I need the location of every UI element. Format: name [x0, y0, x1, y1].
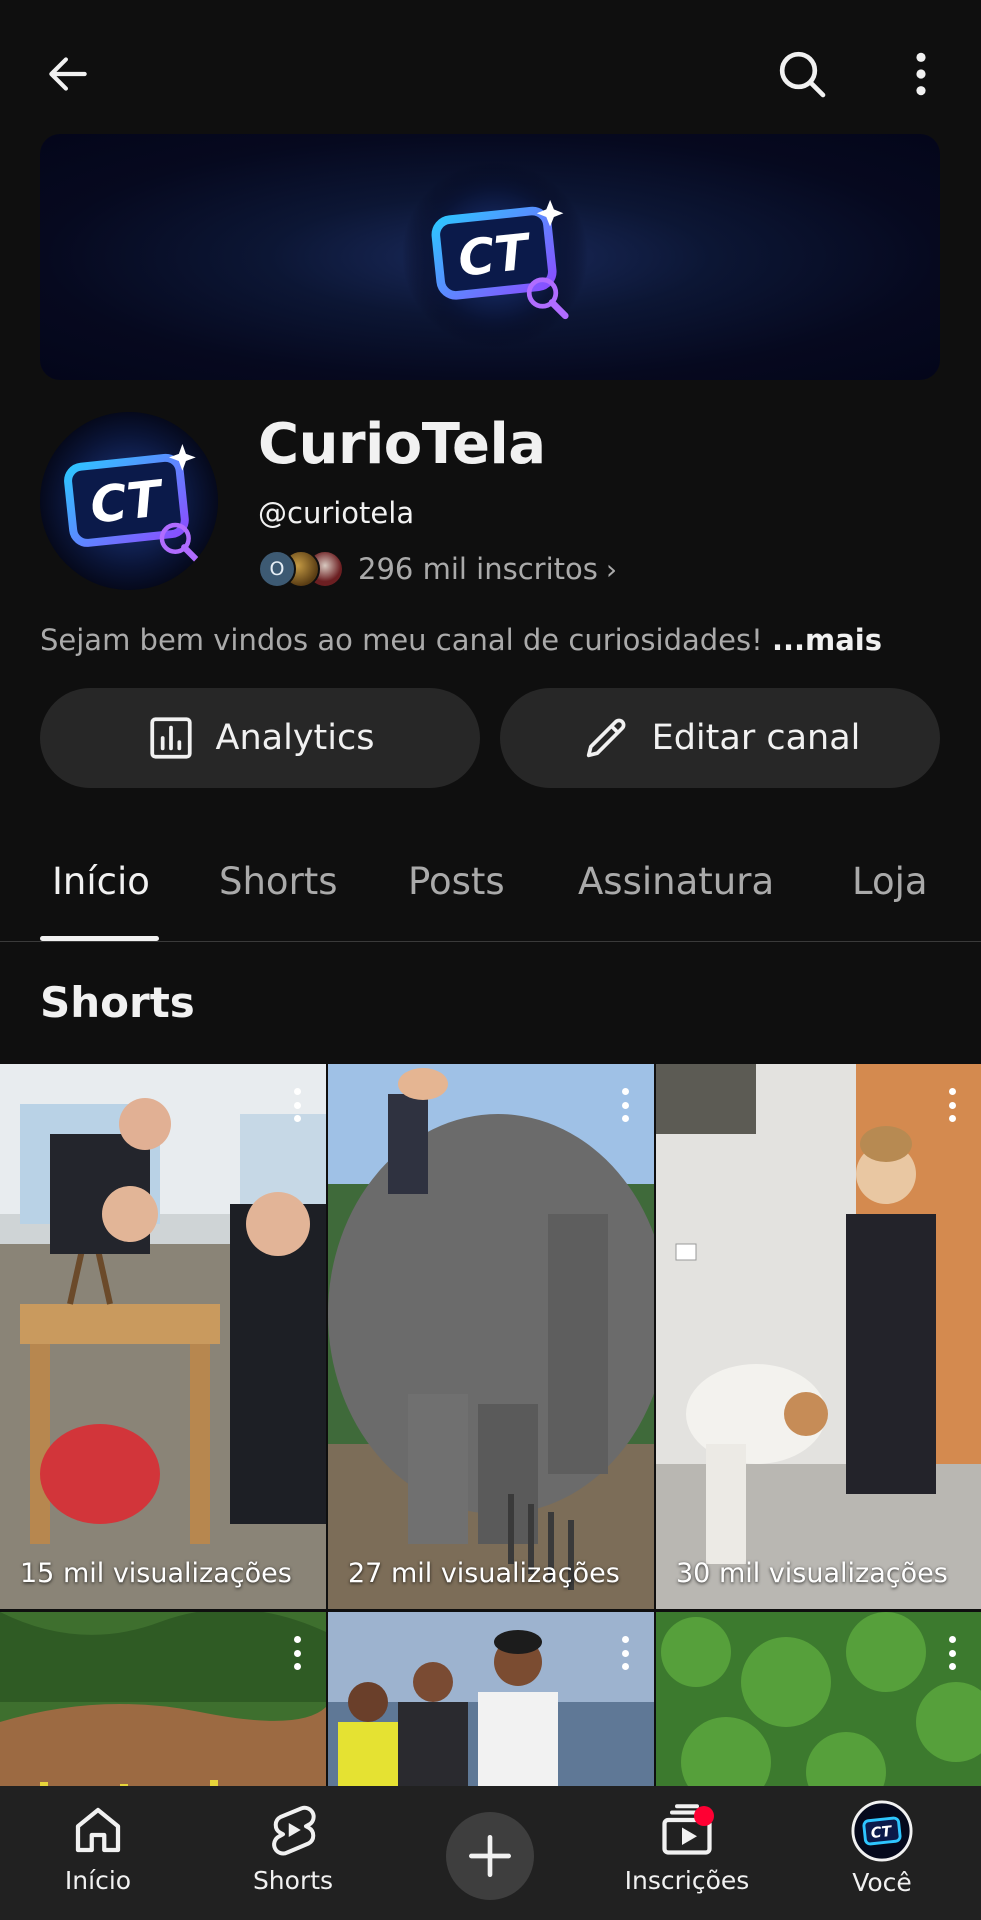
nav-shorts[interactable]: Shorts: [208, 1800, 378, 1910]
channel-avatar[interactable]: CT: [40, 412, 218, 590]
home-icon: [75, 1807, 121, 1853]
svg-text:CT: CT: [870, 1824, 893, 1842]
subscribers-row[interactable]: O 296 mil inscritos ›: [258, 548, 617, 590]
more-vert-icon[interactable]: [618, 1088, 632, 1122]
channel-handle: @curiotela: [258, 496, 415, 530]
top-app-bar: [0, 0, 981, 140]
active-tab-indicator: [40, 936, 159, 941]
notification-dot: [694, 1806, 714, 1826]
more-vert-icon[interactable]: [290, 1636, 304, 1670]
tab-assinatura[interactable]: Assinatura: [578, 860, 774, 903]
short-thumbnail[interactable]: 27 mil visualizações: [328, 1064, 654, 1609]
analytics-button[interactable]: Analytics: [40, 688, 480, 788]
short-thumbnail[interactable]: [656, 1612, 981, 1786]
bottom-navigation: Início Shorts Inscrições CT Você: [0, 1786, 981, 1920]
back-button[interactable]: [32, 38, 104, 110]
svg-text:CT: CT: [456, 222, 535, 287]
search-icon: [779, 51, 826, 98]
nav-voce[interactable]: CT Você: [797, 1800, 967, 1910]
tab-loja[interactable]: Loja: [852, 860, 928, 903]
tab-posts[interactable]: Posts: [408, 860, 505, 903]
nav-inicio[interactable]: Início: [13, 1800, 183, 1910]
tab-shorts[interactable]: Shorts: [219, 860, 338, 903]
channel-name: CurioTela: [258, 412, 546, 477]
short-thumbnail[interactable]: [328, 1612, 654, 1786]
short-image-classroom: [0, 1064, 326, 1609]
arrow-left-icon: [49, 57, 87, 91]
pencil-icon: [586, 718, 626, 758]
avatar-icon: CT: [851, 1800, 913, 1862]
channel-logo-icon: CT: [401, 161, 589, 349]
more-vert-icon: [916, 52, 926, 96]
short-image-boat: [328, 1612, 654, 1786]
short-image-forest: [656, 1612, 981, 1786]
edit-channel-button[interactable]: Editar canal: [500, 688, 940, 788]
short-image-women-room: [656, 1064, 981, 1609]
short-views: 15 mil visualizações: [20, 1558, 292, 1589]
short-thumbnail[interactable]: 30 mil visualizações: [656, 1064, 981, 1609]
nav-inscricoes-label: Inscrições: [624, 1866, 750, 1895]
description-text: Sejam bem vindos ao meu canal de curiosi…: [40, 623, 763, 657]
nav-inicio-label: Início: [64, 1866, 132, 1895]
channel-tabs: Início Shorts Posts Assinatura Loja: [0, 820, 981, 942]
plus-icon: [469, 1835, 511, 1877]
more-vert-icon[interactable]: [618, 1636, 632, 1670]
create-button[interactable]: [446, 1812, 534, 1900]
nav-inscricoes[interactable]: Inscrições: [602, 1800, 772, 1910]
search-button[interactable]: [766, 38, 838, 110]
more-vert-icon[interactable]: [945, 1636, 959, 1670]
chevron-right-icon: ›: [605, 552, 618, 586]
short-image-hillside: [0, 1612, 326, 1786]
svg-text:CT: CT: [88, 469, 168, 534]
edit-channel-label: Editar canal: [651, 718, 861, 758]
subscriber-count: 296 mil inscritos: [358, 552, 598, 586]
nav-shorts-label: Shorts: [252, 1866, 334, 1895]
nav-voce-label: Você: [852, 1868, 912, 1897]
short-thumbnail[interactable]: [0, 1612, 326, 1786]
tab-inicio[interactable]: Início: [52, 860, 150, 903]
short-thumbnail[interactable]: 15 mil visualizações: [0, 1064, 326, 1609]
analytics-icon: [149, 717, 192, 759]
subscriber-avatar: O: [258, 550, 296, 588]
subscriber-avatars: O: [258, 548, 352, 590]
shorts-section-title: Shorts: [40, 978, 195, 1027]
shorts-grid: 15 mil visualizações 27 mil visualizaçõe…: [0, 1064, 981, 1786]
short-views: 30 mil visualizações: [676, 1558, 948, 1589]
more-vert-icon[interactable]: [945, 1088, 959, 1122]
short-image-elephant: [328, 1064, 654, 1609]
more-options-button[interactable]: [885, 38, 957, 110]
short-views: 27 mil visualizações: [348, 1558, 620, 1589]
description-more-link[interactable]: ...mais: [772, 623, 882, 657]
channel-banner[interactable]: CT: [40, 134, 940, 380]
channel-description[interactable]: Sejam bem vindos ao meu canal de curiosi…: [40, 623, 882, 657]
avatar-logo-icon: CT: [40, 412, 218, 590]
more-vert-icon[interactable]: [290, 1088, 304, 1122]
analytics-label: Analytics: [215, 718, 375, 758]
shorts-icon: [272, 1805, 316, 1856]
